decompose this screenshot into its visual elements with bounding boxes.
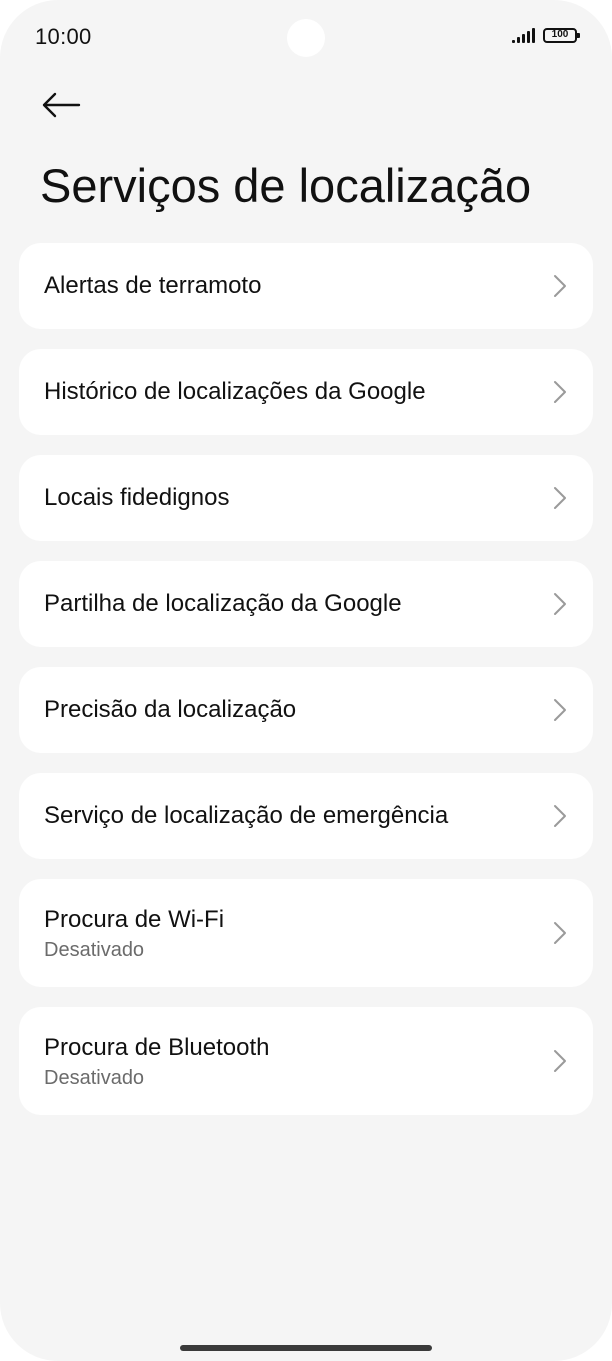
back-button[interactable] bbox=[38, 82, 84, 128]
chevron-right-icon bbox=[554, 699, 566, 721]
setting-label: Precisão da localização bbox=[44, 696, 297, 723]
setting-location-accuracy[interactable]: Precisão da localização bbox=[19, 667, 593, 753]
phone-screen: 10:00 100 Serviços de localização Alerta… bbox=[0, 0, 612, 1361]
setting-google-location-history[interactable]: Histórico de localizações da Google bbox=[19, 349, 593, 435]
setting-label: Procura de Bluetooth bbox=[44, 1033, 270, 1061]
status-bar: 10:00 100 bbox=[0, 0, 612, 76]
chevron-right-icon bbox=[554, 1050, 566, 1072]
setting-label: Partilha de localização da Google bbox=[44, 590, 402, 617]
setting-label: Histórico de localizações da Google bbox=[44, 378, 426, 405]
setting-label: Procura de Wi-Fi bbox=[44, 905, 225, 933]
setting-label: Locais fidedignos bbox=[44, 484, 230, 511]
camera-cutout bbox=[287, 19, 325, 57]
battery-icon: 100 bbox=[543, 27, 580, 43]
chevron-right-icon bbox=[554, 593, 566, 615]
chevron-right-icon bbox=[554, 805, 566, 827]
chevron-right-icon bbox=[554, 487, 566, 509]
chevron-right-icon bbox=[554, 381, 566, 403]
setting-status: Desativado bbox=[44, 938, 145, 961]
setting-label: Serviço de localização de emergência bbox=[44, 802, 449, 829]
setting-status: Desativado bbox=[44, 1066, 145, 1089]
setting-google-location-sharing[interactable]: Partilha de localização da Google bbox=[19, 561, 593, 647]
signal-bars-icon bbox=[512, 27, 535, 43]
setting-label: Alertas de terramoto bbox=[44, 272, 262, 299]
battery-level: 100 bbox=[551, 29, 569, 40]
setting-trusted-places[interactable]: Locais fidedignos bbox=[19, 455, 593, 541]
setting-emergency-location-service[interactable]: Serviço de localização de emergência bbox=[19, 773, 593, 859]
status-time: 10:00 bbox=[35, 24, 92, 49]
page-title: Serviços de localização bbox=[40, 159, 532, 212]
chevron-right-icon bbox=[554, 275, 566, 297]
setting-bluetooth-scanning[interactable]: Procura de Bluetooth Desativado bbox=[19, 1007, 593, 1115]
home-indicator[interactable] bbox=[180, 1345, 432, 1351]
setting-earthquake-alerts[interactable]: Alertas de terramoto bbox=[19, 243, 593, 329]
setting-wifi-scanning[interactable]: Procura de Wi-Fi Desativado bbox=[19, 879, 593, 987]
settings-list: Alertas de terramoto Histórico de locali… bbox=[19, 243, 593, 1135]
arrow-left-icon bbox=[42, 92, 81, 118]
chevron-right-icon bbox=[554, 922, 566, 944]
status-icons: 100 bbox=[512, 27, 580, 43]
